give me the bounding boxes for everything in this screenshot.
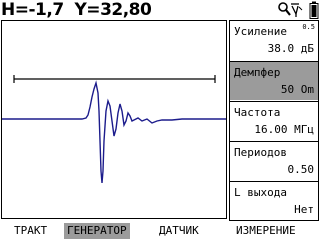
menu-tabs: ТРАКТ ГЕНЕРАТОР ДАТЧИК ИЗМЕРЕНИЕ	[0, 222, 320, 240]
status-icons	[277, 1, 320, 19]
y-value: 32,80	[100, 0, 152, 20]
param-periods[interactable]: Периодов 0.50	[230, 141, 318, 180]
param-gain-value: 38.0 дБ	[267, 42, 314, 55]
gate-marker[interactable]	[13, 75, 216, 83]
param-output-l-label: L выхода	[234, 186, 287, 199]
ascan-display[interactable]	[1, 20, 227, 219]
param-damper[interactable]: Демпфер 50 Om	[230, 61, 318, 100]
param-gain[interactable]: Усиление 0.5 38.0 дБ	[230, 21, 318, 60]
magnifier-icon[interactable]	[278, 2, 291, 16]
h-label: H=	[1, 0, 29, 20]
battery-icon	[309, 1, 319, 19]
param-output-l[interactable]: L выхода Нет	[230, 181, 318, 220]
h-value: -1,7	[28, 0, 64, 20]
tab-sensor[interactable]: ДАТЧИК	[156, 223, 202, 239]
param-damper-label: Демпфер	[234, 66, 281, 79]
y-label: Y=	[74, 0, 101, 20]
cursor-readout: H=-1,7 Y=32,80	[0, 0, 231, 20]
param-gain-step: 0.5	[302, 23, 315, 31]
param-gain-label: Усиление	[234, 25, 287, 38]
parameter-panel: Усиление 0.5 38.0 дБ Демпфер 50 Om Часто…	[229, 20, 319, 221]
tab-trakt[interactable]: ТРАКТ	[11, 223, 50, 239]
param-frequency[interactable]: Частота 16.00 МГц	[230, 101, 318, 140]
probe-icon	[291, 3, 303, 17]
param-periods-value: 0.50	[287, 163, 315, 176]
param-frequency-label: Частота	[234, 106, 281, 119]
param-output-l-value: Нет	[294, 203, 314, 216]
param-damper-value: 50 Om	[280, 83, 314, 96]
tab-measurement[interactable]: ИЗМЕРЕНИЕ	[233, 223, 299, 239]
param-periods-label: Периодов	[234, 146, 287, 159]
tab-generator[interactable]: ГЕНЕРАТОР	[64, 223, 130, 239]
signal-trace	[2, 80, 226, 184]
param-frequency-value: 16.00 МГц	[254, 123, 314, 136]
